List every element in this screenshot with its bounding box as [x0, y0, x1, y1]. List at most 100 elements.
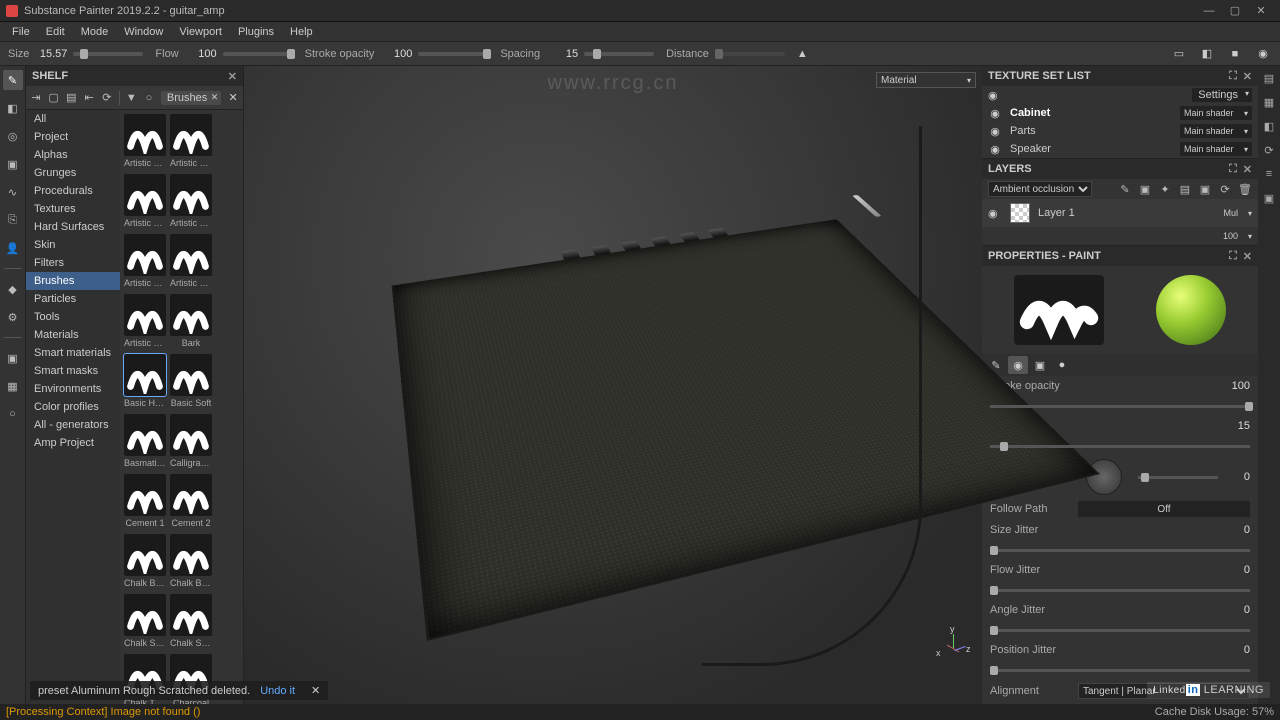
layer-delete-icon[interactable]: 🗑 [1238, 183, 1252, 196]
dock-texture-icon[interactable]: ▤ [1261, 70, 1277, 86]
shelf-category[interactable]: Smart materials [26, 344, 120, 362]
dock-props-icon[interactable]: ◧ [1261, 118, 1277, 134]
size-jitter-slider[interactable] [990, 549, 1250, 552]
ts-shader-dropdown[interactable]: Main shader [1180, 142, 1252, 156]
layer-add-icon[interactable]: ✦ [1158, 183, 1172, 196]
dock-log-icon[interactable]: ≡ [1261, 166, 1277, 182]
brush-thumbnail[interactable] [170, 414, 212, 456]
position-jitter-value[interactable]: 0 [1226, 644, 1250, 656]
viewport-3d[interactable]: www.rrcg.cn Material y x z [244, 66, 982, 704]
perspective-icon[interactable]: ▭ [1170, 46, 1188, 62]
refresh-icon[interactable]: ⟳ [101, 90, 113, 106]
iray-icon[interactable]: ▣ [3, 348, 23, 368]
size-slider[interactable] [73, 52, 143, 56]
stroke-opacity-value[interactable]: 100 [1226, 380, 1250, 392]
menu-viewport[interactable]: Viewport [171, 24, 230, 40]
folder-icon[interactable]: ▤ [65, 90, 77, 106]
flow-value[interactable]: 100 [185, 48, 217, 60]
close-button[interactable]: ✕ [1248, 2, 1274, 20]
shelf-category[interactable]: Particles [26, 290, 120, 308]
material-preview[interactable] [1156, 275, 1226, 345]
brush-preview[interactable] [1014, 275, 1104, 345]
dock-layers-icon[interactable]: ▦ [1261, 94, 1277, 110]
opacity-value[interactable]: 100 [380, 48, 412, 60]
shelf-category[interactable]: Smart masks [26, 362, 120, 380]
brush-thumbnail[interactable] [124, 234, 166, 276]
panel-close-icon[interactable]: ✕ [1243, 250, 1252, 263]
camera-icon[interactable]: ■ [1226, 46, 1244, 62]
menu-file[interactable]: File [4, 24, 38, 40]
toast-undo-link[interactable]: Undo it [260, 685, 295, 697]
eraser-tool-icon[interactable]: ◧ [3, 98, 23, 118]
angle-dial[interactable] [1086, 459, 1122, 495]
baking-dropdown[interactable]: Ambient occlusion [988, 181, 1092, 197]
shelf-category[interactable]: Alphas [26, 146, 120, 164]
projection-tool-icon[interactable]: ◎ [3, 126, 23, 146]
texture-set-row[interactable]: ◉CabinetMain shader [982, 104, 1258, 122]
brush-thumbnail[interactable] [170, 294, 212, 336]
panel-expand-icon[interactable]: ⛶ [1229, 250, 1237, 263]
layer-smart-icon[interactable]: ⟳ [1218, 183, 1232, 196]
brush-thumbnail[interactable] [124, 114, 166, 156]
panel-close-icon[interactable]: ✕ [1243, 70, 1252, 83]
layer-fill-icon[interactable]: ▤ [1178, 183, 1192, 196]
brush-thumbnail[interactable] [124, 294, 166, 336]
spacing-value[interactable]: 15 [546, 48, 578, 60]
angle-jitter-slider[interactable] [990, 629, 1250, 632]
material-dropdown[interactable]: Material [876, 72, 976, 88]
material-picker-icon[interactable]: 👤 [3, 238, 23, 258]
texture-set-row[interactable]: ◉SpeakerMain shader [982, 140, 1258, 158]
brush-thumbnail[interactable] [170, 354, 212, 396]
shelf-category[interactable]: Skin [26, 236, 120, 254]
ts-eye-icon[interactable]: ◉ [988, 107, 1002, 120]
fill-tool-icon[interactable]: ▣ [3, 154, 23, 174]
opacity-slider[interactable] [418, 52, 488, 56]
filter-chip[interactable]: Brushes✕ [161, 91, 221, 105]
shelf-category[interactable]: Tools [26, 308, 120, 326]
help-icon[interactable]: ○ [3, 404, 23, 424]
size-jitter-value[interactable]: 0 [1226, 524, 1250, 536]
stroke-opacity-slider[interactable] [990, 405, 1250, 408]
brush-thumbnail[interactable] [124, 534, 166, 576]
shelf-category[interactable]: Amp Project [26, 434, 120, 452]
settings-icon[interactable]: ⚙ [3, 307, 23, 327]
panel-expand-icon[interactable]: ⛶ [1229, 70, 1237, 83]
shelf-category[interactable]: Hard Surfaces [26, 218, 120, 236]
shelf-category[interactable]: Grunges [26, 164, 120, 182]
panel-close-icon[interactable]: ✕ [1243, 163, 1252, 176]
toast-close-icon[interactable]: ✕ [311, 684, 320, 697]
mirror-icon[interactable]: ▲ [797, 48, 808, 60]
layer-effect-icon[interactable]: ✎ [1118, 183, 1132, 196]
chip-close-icon[interactable]: ✕ [211, 92, 219, 103]
texture-set-row[interactable]: ◉PartsMain shader [982, 122, 1258, 140]
ts-shader-dropdown[interactable]: Main shader [1180, 106, 1252, 120]
shelf-clear-icon[interactable]: ✕ [227, 91, 239, 104]
layer-thumbnail[interactable] [1010, 203, 1030, 223]
smudge-tool-icon[interactable]: ∿ [3, 182, 23, 202]
size-value[interactable]: 15.57 [35, 48, 67, 60]
brush-thumbnail[interactable] [170, 174, 212, 216]
menu-help[interactable]: Help [282, 24, 321, 40]
shelf-category[interactable]: Textures [26, 200, 120, 218]
spacing-slider[interactable] [584, 52, 654, 56]
shelf-category[interactable]: Project [26, 128, 120, 146]
angle-value[interactable]: 0 [1226, 471, 1250, 483]
brush-thumbnail[interactable] [170, 594, 212, 636]
brush-thumbnail[interactable] [124, 354, 166, 396]
brush-thumbnail[interactable] [170, 234, 212, 276]
tab-alpha-icon[interactable]: ◉ [1008, 356, 1028, 374]
angle-slider[interactable] [1138, 476, 1218, 479]
ts-shader-dropdown[interactable]: Main shader [1180, 124, 1252, 138]
brush-thumbnail[interactable] [170, 114, 212, 156]
clone-tool-icon[interactable]: ⎘ [3, 210, 23, 230]
dock-history-icon[interactable]: ⟳ [1261, 142, 1277, 158]
tab-material-icon[interactable]: ● [1052, 356, 1072, 374]
brush-thumbnail[interactable] [124, 414, 166, 456]
shelf-category[interactable]: Environments [26, 380, 120, 398]
shelf-category[interactable]: Materials [26, 326, 120, 344]
dock-display-icon[interactable]: ▣ [1261, 190, 1277, 206]
spacing-prop-value[interactable]: 15 [1226, 420, 1250, 432]
shelf-category[interactable]: Color profiles [26, 398, 120, 416]
menu-mode[interactable]: Mode [73, 24, 117, 40]
search-icon[interactable]: ○ [143, 90, 155, 106]
